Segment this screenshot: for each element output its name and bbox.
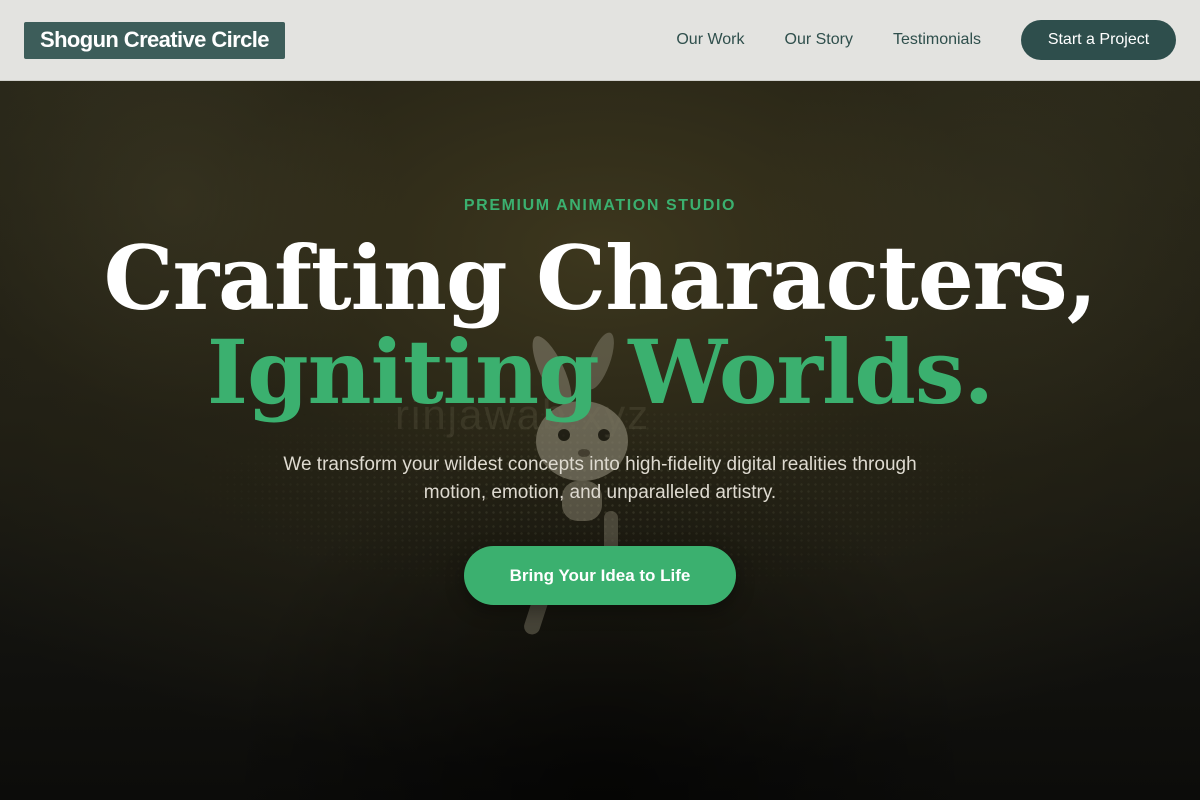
logo[interactable]: Shogun Creative Circle: [24, 21, 285, 59]
hero-section: rinjawab.xyz PREMIUM ANIMATION STUDIO Cr…: [0, 81, 1200, 800]
nav-link-our-story[interactable]: Our Story: [785, 31, 853, 49]
headline-line-2: Igniting Worlds.: [206, 320, 994, 424]
nav-link-testimonials[interactable]: Testimonials: [893, 31, 981, 49]
bring-idea-to-life-button[interactable]: Bring Your Idea to Life: [464, 546, 736, 605]
navbar: Shogun Creative Circle Our Work Our Stor…: [0, 0, 1200, 81]
hero-eyebrow: PREMIUM ANIMATION STUDIO: [463, 197, 737, 214]
start-project-button[interactable]: Start a Project: [1021, 20, 1176, 60]
nav-menu: Our Work Our Story Testimonials Start a …: [676, 20, 1176, 60]
hero-subtext: We transform your wildest concepts into …: [283, 454, 917, 503]
nav-link-our-work[interactable]: Our Work: [676, 31, 744, 49]
headline-line-1: Crafting Characters,: [103, 226, 1098, 330]
hero-headline: Crafting Characters, Igniting Worlds.: [0, 231, 1200, 419]
